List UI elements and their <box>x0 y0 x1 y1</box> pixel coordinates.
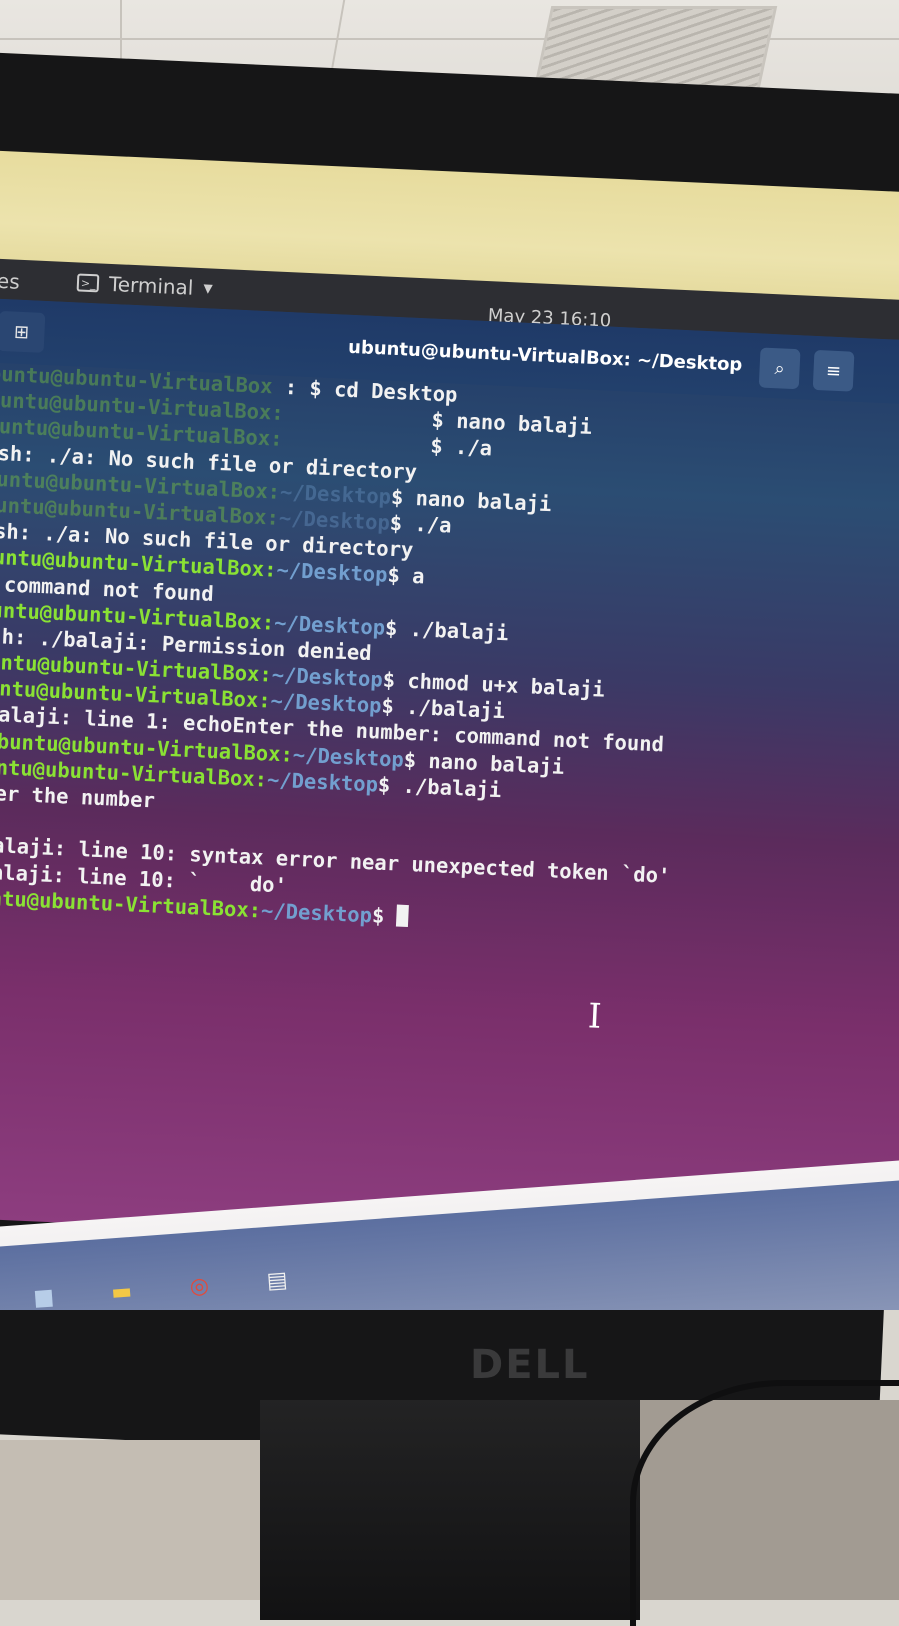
prompt-path: ~/Desktop <box>275 558 389 588</box>
terminal-window[interactable]: ⊞ ubuntu@ubuntu-VirtualBox: ~/Desktop ⌕ … <box>0 298 899 1261</box>
ceiling-seam <box>120 0 122 60</box>
terminal-icon: >_ <box>76 273 100 293</box>
prompt-path: ~/Desktop <box>292 742 405 772</box>
command-text: $ <box>371 903 398 929</box>
prompt-path: ~/Desktop <box>260 898 373 928</box>
window-title: ubuntu@ubuntu-VirtualBox: ~/Desktop <box>347 336 743 376</box>
app-menu[interactable]: >_ Terminal ▼ <box>76 270 213 300</box>
command-text: $ ./a <box>389 510 453 538</box>
activities-button[interactable]: es <box>0 269 20 294</box>
terminal-output[interactable]: ubuntu@ubuntu-VirtualBox : $ cd Desktop u… <box>0 360 899 953</box>
new-tab-button[interactable]: ⊞ <box>0 310 46 353</box>
command-text: $ ./balaji <box>377 772 502 802</box>
search-button[interactable]: ⌕ <box>758 347 801 390</box>
prompt-path: ~/Desktop <box>270 688 383 718</box>
chevron-down-icon: ▼ <box>203 281 213 296</box>
new-tab-icon: ⊞ <box>13 321 30 343</box>
prompt-path: ~/Desktop <box>279 479 392 509</box>
prompt-path: ~/Desktop <box>266 767 379 797</box>
desk-surface <box>0 1440 280 1600</box>
search-icon: ⌕ <box>774 357 786 380</box>
menu-button[interactable]: ≡ <box>812 349 855 392</box>
prompt-path: ~/Desktop <box>278 505 391 535</box>
document-icon[interactable]: ▤ <box>256 1259 299 1302</box>
command-text: $ a <box>386 563 426 589</box>
app-menu-label: Terminal <box>108 271 194 300</box>
monitor-brand-logo: DELL <box>470 1342 590 1388</box>
monitor-screen: es >_ Terminal ▼ May 23 16:10 ⊞ ubuntu@u… <box>0 150 899 1310</box>
prompt-path: ~/Desktop <box>273 610 386 640</box>
block-cursor <box>396 904 410 927</box>
monitor-stand <box>260 1400 640 1620</box>
file-explorer-icon[interactable]: ▬ <box>100 1270 143 1310</box>
virtualbox-icon[interactable]: ■ <box>22 1276 65 1310</box>
text-cursor-icon: I <box>587 996 603 1037</box>
chrome-icon[interactable]: ◎ <box>178 1265 221 1308</box>
prompt-path: ~/Desktop <box>271 662 384 692</box>
hamburger-menu-icon: ≡ <box>825 359 842 382</box>
command-text: $ ./balaji <box>384 615 509 645</box>
